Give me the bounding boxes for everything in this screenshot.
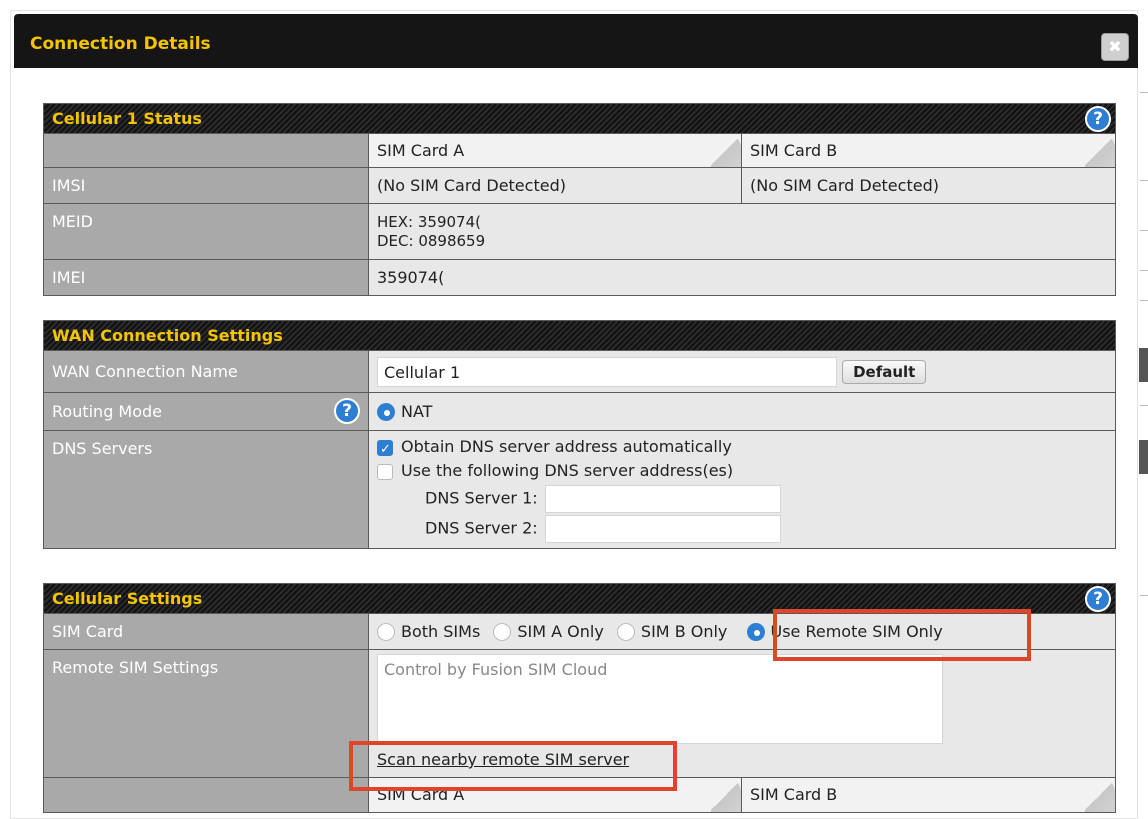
dialog-title: Connection Details [30, 34, 211, 54]
sim-card-label: SIM Card [43, 613, 369, 650]
highlight-box-scan-link [349, 741, 677, 791]
panel-title: WAN Connection Settings [52, 326, 283, 345]
meid-value: HEX: 359074( DEC: 0898659 [368, 203, 1116, 260]
cellular-status-panel: Cellular 1 Status ? SIM Card A SIM Card … [43, 103, 1116, 296]
wan-settings-header: WAN Connection Settings [43, 320, 1116, 351]
tab-sim-a[interactable]: SIM Card A [368, 133, 742, 168]
dns1-label: DNS Server 1: [425, 488, 538, 508]
dns-servers-cell: Obtain DNS server address automatically … [368, 430, 1116, 549]
dns-manual-checkbox[interactable] [377, 463, 393, 480]
sim-a-only-radio[interactable] [493, 623, 512, 642]
dialog-titlebar: Connection Details [14, 14, 1138, 68]
routing-mode-label: Routing Mode [52, 402, 163, 421]
help-icon[interactable]: ? [1085, 586, 1111, 612]
close-button[interactable]: ✖ [1101, 33, 1129, 61]
cellular-status-header: Cellular 1 Status ? [43, 103, 1116, 134]
imsi-label: IMSI [43, 167, 369, 204]
imei-value: 359074( [368, 259, 1116, 296]
tab-sim-b[interactable]: SIM Card B [742, 778, 1115, 812]
blank-cell [43, 133, 369, 168]
remote-sim-textarea[interactable]: Control by Fusion SIM Cloud [377, 654, 943, 744]
background-page-edge [1138, 0, 1148, 819]
panel-title: Cellular 1 Status [52, 109, 202, 128]
meid-dec: DEC: 0898659 [377, 231, 486, 250]
wan-name-label: WAN Connection Name [43, 350, 369, 393]
dns1-input[interactable] [544, 485, 781, 513]
panel-title: Cellular Settings [52, 589, 203, 608]
help-icon[interactable]: ? [1085, 106, 1111, 132]
wan-name-cell: Cellular 1 Default [368, 350, 1116, 393]
routing-help-icon[interactable]: ? [334, 398, 360, 424]
both-sims-label: Both SIMs [401, 621, 481, 641]
dns-manual-label: Use the following DNS server address(es) [401, 461, 734, 480]
nat-label: NAT [401, 401, 433, 421]
wan-settings-panel: WAN Connection Settings WAN Connection N… [43, 320, 1116, 549]
imsi-sim-a: (No SIM Card Detected) [368, 167, 742, 204]
routing-mode-cell: NAT [368, 392, 1116, 431]
default-button[interactable]: Default [842, 359, 927, 384]
both-sims-radio[interactable] [377, 623, 395, 642]
use-remote-sim-radio[interactable] [746, 623, 765, 642]
dns-auto-checkbox[interactable] [377, 438, 393, 462]
dns2-label: DNS Server 2: [425, 518, 538, 538]
blank-cell [43, 777, 369, 813]
sim-a-only-label: SIM A Only [517, 621, 604, 641]
remote-sim-settings-label: Remote SIM Settings [43, 649, 369, 778]
highlight-box-remote-sim [773, 609, 1031, 661]
tab-sim-b[interactable]: SIM Card B [741, 133, 1116, 168]
sim-b-only-radio[interactable] [616, 623, 635, 642]
dns-servers-label: DNS Servers [43, 430, 369, 549]
routing-mode-label-cell: Routing Mode ? [43, 392, 369, 431]
meid-label: MEID [43, 203, 369, 260]
wan-name-input[interactable]: Cellular 1 [377, 356, 837, 387]
nat-radio[interactable] [377, 403, 395, 422]
imei-label: IMEI [43, 259, 369, 296]
dns2-input[interactable] [544, 515, 781, 543]
meid-hex: HEX: 359074( [377, 212, 481, 231]
dns-auto-label: Obtain DNS server address automatically [401, 437, 732, 456]
sim-b-only-label: SIM B Only [640, 621, 728, 641]
imsi-sim-b: (No SIM Card Detected) [741, 167, 1116, 204]
